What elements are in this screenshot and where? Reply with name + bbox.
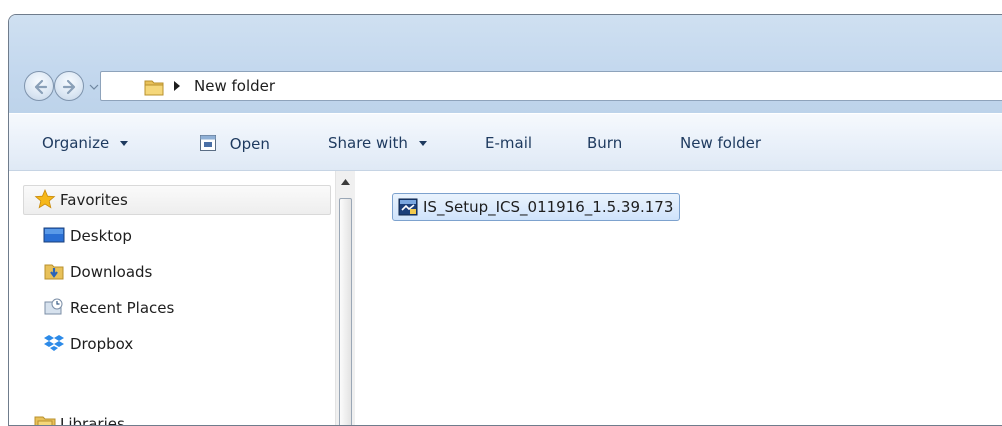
scroll-thumb[interactable] <box>339 198 352 425</box>
email-button[interactable]: E-mail <box>485 134 532 152</box>
back-button[interactable] <box>24 71 54 101</box>
star-icon <box>34 189 56 209</box>
open-label: Open <box>229 135 270 153</box>
recent-pages-dropdown-icon[interactable] <box>89 82 99 92</box>
chevron-down-icon <box>418 140 427 146</box>
nav-item-desktop[interactable]: Desktop <box>9 219 333 251</box>
file-name: IS_Setup_ICS_011916_1.5.39.173 <box>423 198 674 216</box>
nav-item-recent-places[interactable]: Recent Places <box>9 291 333 323</box>
navigation-pane: Favorites Desktop Downloads Recent Place… <box>9 171 336 425</box>
new-folder-button[interactable]: New folder <box>680 134 761 152</box>
organize-label: Organize <box>42 134 110 152</box>
nav-item-downloads[interactable]: Downloads <box>9 255 333 287</box>
nav-label: Dropbox <box>70 335 134 353</box>
installer-icon <box>398 198 418 216</box>
nav-item-dropbox[interactable]: Dropbox <box>9 327 333 359</box>
nav-item-libraries[interactable]: Libraries <box>9 407 333 426</box>
open-file-icon <box>200 135 216 151</box>
organize-menu[interactable]: Organize <box>42 134 128 152</box>
share-with-label: Share with <box>328 134 408 152</box>
nav-label: Desktop <box>70 227 132 245</box>
folder-icon <box>144 80 164 96</box>
recent-places-icon <box>44 298 63 315</box>
title-bar: New folder <box>9 15 1002 113</box>
downloads-folder-icon <box>44 264 64 280</box>
forward-arrow-icon <box>62 79 76 95</box>
breadcrumb-new-folder[interactable]: New folder <box>194 77 275 95</box>
libraries-icon <box>34 416 56 425</box>
nav-item-favorites[interactable]: Favorites <box>9 183 333 215</box>
nav-label: Libraries <box>60 415 125 426</box>
chevron-down-icon <box>119 140 128 146</box>
dropbox-icon <box>44 335 64 351</box>
file-item[interactable]: IS_Setup_ICS_011916_1.5.39.173 <box>392 193 681 221</box>
open-button[interactable]: Open <box>199 134 270 153</box>
nav-label: Favorites <box>60 191 128 209</box>
command-bar: Organize Open Share with E-mail Burn New… <box>9 113 1002 171</box>
forward-button[interactable] <box>54 71 84 101</box>
breadcrumb-arrow-icon[interactable] <box>173 81 181 91</box>
address-bar[interactable]: New folder <box>100 71 1002 101</box>
share-with-menu[interactable]: Share with <box>328 134 427 152</box>
nav-pane-scrollbar[interactable] <box>335 171 355 425</box>
scroll-up-arrow-icon[interactable] <box>341 179 350 185</box>
burn-button[interactable]: Burn <box>587 134 622 152</box>
nav-label: Downloads <box>70 263 153 281</box>
back-arrow-icon <box>34 79 48 95</box>
file-list-pane: IS_Setup_ICS_011916_1.5.39.173 <box>355 171 1002 425</box>
explorer-window: New folder Organize Open Share with E-ma… <box>8 14 1002 426</box>
nav-label: Recent Places <box>70 299 175 317</box>
desktop-icon <box>43 227 65 243</box>
